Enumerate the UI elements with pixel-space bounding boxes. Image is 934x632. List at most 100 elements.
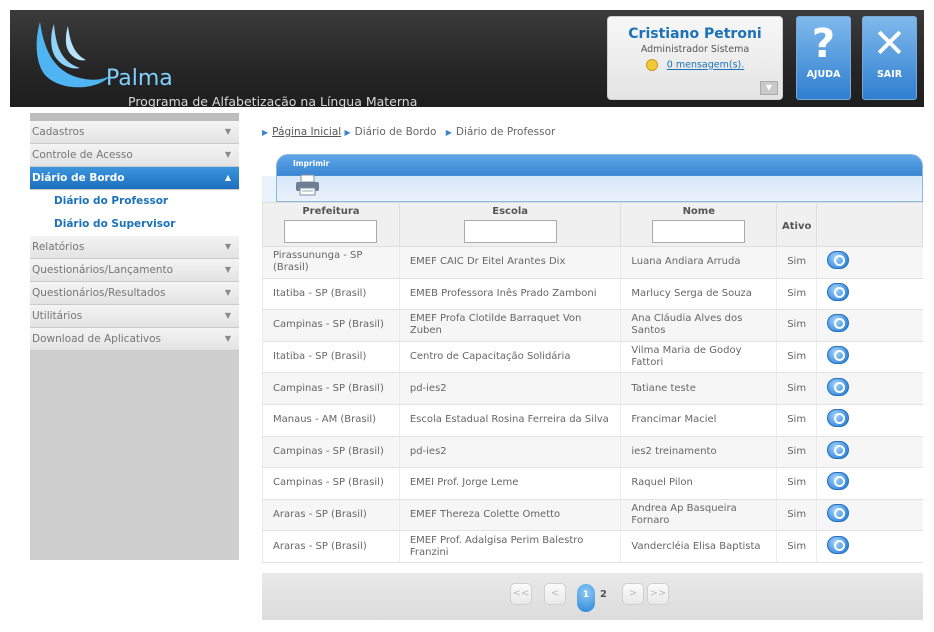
view-details-icon[interactable] [827,440,850,459]
prefeitura-filter-input[interactable] [284,220,378,243]
cell-escola: pd-ies2 [398,436,621,469]
cell-nome: Francimar Maciel [620,404,777,437]
palma-logo-icon [36,22,110,88]
cell-nome: Raquel Pilon [620,467,777,500]
sidebar-item-label: Questionários/Resultados [32,287,166,299]
cell-escola: EMEI Prof. Jorge Leme [398,467,621,500]
cell-escola: Escola Estadual Rosina Ferreira da Silva [398,404,621,437]
cell-ativo: Sim [776,436,817,469]
view-details-icon[interactable] [827,346,850,365]
sidebar-item-download-de-aplicativos[interactable]: Download de Aplicativos ▼ [30,328,239,351]
table-row: Pirassununga - SP (Brasil) EMEF CAIC Dr … [262,246,923,279]
sidebar: Cadastros ▼ Controle de Acesso ▼ Diário … [30,113,239,560]
view-details-icon[interactable] [827,282,850,301]
table-row: Campinas - SP (Brasil) pd-ies2 Tatiane t… [262,372,923,405]
cell-prefeitura: Campinas - SP (Brasil) [262,436,400,469]
table-row: Araras - SP (Brasil) EMEF Prof. Adalgisa… [262,530,923,563]
cell-prefeitura: Itatiba - SP (Brasil) [262,278,400,311]
cell-ativo: Sim [776,499,817,532]
help-label: AJUDA [806,69,841,80]
exit-button[interactable]: ✕ SAIR [862,16,917,100]
exit-label: SAIR [876,69,903,80]
view-details-icon[interactable] [827,251,850,270]
messages-link[interactable]: 0 mensagem(s). [667,60,744,71]
column-label: Escola [492,206,528,217]
cell-escola: EMEF Prof. Adalgisa Perim Balestro Franz… [398,530,621,563]
previous-page-button[interactable]: < [544,583,566,605]
sidebar-item-relatorios[interactable]: Relatórios ▼ [30,236,239,259]
column-header-ativo: Ativo [776,202,818,247]
view-details-icon[interactable] [827,314,850,333]
cell-ativo: Sim [776,309,817,342]
cell-prefeitura: Araras - SP (Brasil) [262,530,400,563]
cell-escola: EMEB Professora Inês Prado Zamboni [398,278,621,311]
nome-filter-input[interactable] [652,220,746,243]
view-details-icon[interactable] [827,504,850,523]
cell-prefeitura: Campinas - SP (Brasil) [262,309,400,342]
first-page-button[interactable]: << [510,583,532,605]
user-dropdown-button[interactable]: ▼ [760,81,778,95]
logo-subtitle: Programa de Alfabetização na Língua Mate… [128,94,418,109]
user-name: Cristiano Petroni [628,26,762,42]
cell-nome: Andrea Ap Basqueira Fornaro [620,499,777,532]
close-icon: ✕ [872,21,907,67]
cell-actions [816,372,923,405]
chevron-down-icon: ▼ [224,311,231,320]
sidebar-item-controle-de-acesso[interactable]: Controle de Acesso ▼ [30,144,239,167]
chevron-down-icon: ▼ [224,265,231,274]
cell-nome: Vandercléia Elisa Baptista [620,530,777,563]
table-row: Campinas - SP (Brasil) EMEF Profa Clotil… [262,309,923,342]
sidebar-item-label: Relatórios [32,241,85,253]
sidebar-item-diario-de-bordo[interactable]: Diário de Bordo ▲ [30,167,239,190]
breadcrumb: ▶ Página Inicial ▶ Diário de Bordo ▶ Diário… [262,126,561,138]
sidebar-subitem-diario-do-supervisor[interactable]: Diário do Supervisor [30,213,239,236]
cell-ativo: Sim [776,246,817,279]
sidebar-item-label: Cadastros [32,126,85,138]
cell-nome: Ana Cláudia Alves dos Santos [620,309,777,342]
sidebar-item-questionarios-resultados[interactable]: Questionários/Resultados ▼ [30,282,239,305]
help-button[interactable]: ? AJUDA [796,16,851,100]
last-page-button[interactable]: >> [647,583,669,605]
cell-prefeitura: Itatiba - SP (Brasil) [262,341,400,374]
sidebar-subitem-diario-do-professor[interactable]: Diário do Professor [30,190,239,213]
cell-actions [816,404,923,437]
cell-escola: Centro de Capacitação Solidária [398,341,621,374]
cell-actions [816,530,923,563]
table-row: Itatiba - SP (Brasil) EMEB Professora In… [262,278,923,311]
printer-icon[interactable] [295,174,320,196]
breadcrumb-arrow-icon: ▶ [445,128,452,137]
cell-prefeitura: Campinas - SP (Brasil) [262,372,400,405]
escola-filter-input[interactable] [463,220,557,243]
table-row: Campinas - SP (Brasil) EMEI Prof. Jorge … [262,467,923,500]
column-label: Prefeitura [302,206,360,217]
cell-actions [816,499,923,532]
view-details-icon[interactable] [827,377,850,396]
cell-actions [816,436,923,469]
table-header-row: Prefeitura Escola Nome Ativo [262,202,923,247]
column-header-prefeitura: Prefeitura [262,202,400,247]
column-header-nome: Nome [620,202,778,247]
table-row: Campinas - SP (Brasil) pd-ies2 ies2 trei… [262,436,923,469]
breadcrumb-level2: Diário de Bordo [354,126,437,138]
sidebar-item-utilitarios[interactable]: Utilitários ▼ [30,305,239,328]
page-2-link[interactable]: 2 [600,589,607,600]
header-bar: Palma Programa de Alfabetização na Língu… [10,10,924,109]
next-page-button[interactable]: > [622,583,644,605]
toolbar: Imprimir [276,154,923,202]
cell-ativo: Sim [776,530,817,563]
cell-prefeitura: Manaus - AM (Brasil) [262,404,400,437]
cell-ativo: Sim [776,341,817,374]
breadcrumb-arrow-icon: ▶ [344,128,351,137]
current-page-indicator: 1 [577,584,595,612]
question-mark-icon: ? [811,21,836,67]
cell-prefeitura: Pirassununga - SP (Brasil) [262,246,400,279]
cell-nome: ies2 treinamento [620,436,777,469]
header: Palma Programa de Alfabetização na Língu… [0,0,934,109]
view-details-icon[interactable] [827,472,850,491]
breadcrumb-home-link[interactable]: Página Inicial [272,126,341,138]
sidebar-item-questionarios-lancamento[interactable]: Questionários/Lançamento ▼ [30,259,239,282]
sidebar-header [30,113,239,121]
view-details-icon[interactable] [827,535,850,554]
sidebar-item-cadastros[interactable]: Cadastros ▼ [30,121,239,144]
view-details-icon[interactable] [827,409,850,428]
